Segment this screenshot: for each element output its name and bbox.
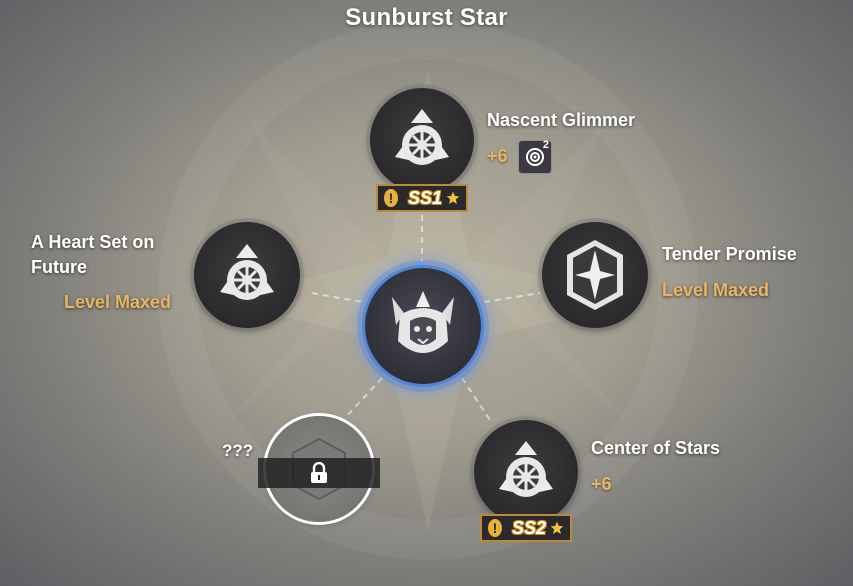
lock-bar <box>258 458 380 488</box>
node-tender-promise[interactable] <box>542 222 648 328</box>
tender-promise-status: Level Maxed <box>662 280 770 300</box>
crystal-star-icon <box>567 240 623 310</box>
nascent-glimmer-label: Nascent Glimmer <box>487 110 636 130</box>
nascent-ss-badge[interactable]: ! SS1 <box>376 184 468 212</box>
star-icon <box>446 191 460 205</box>
gear-emblem-icon <box>395 109 449 165</box>
lock-icon <box>311 462 327 483</box>
tender-promise-label: Tender Promise <box>662 244 797 264</box>
ss-rank-label: SS1 <box>407 187 443 208</box>
alert-icon: ! <box>488 519 502 537</box>
gear-emblem-icon <box>220 244 274 300</box>
nascent-glimmer-bonus: +6 <box>487 146 508 166</box>
locked-node-label: ??? <box>222 441 254 460</box>
ss-rank-label: SS2 <box>511 517 547 538</box>
node-nascent-glimmer[interactable] <box>370 88 474 192</box>
item-swirl-box[interactable]: 2 <box>518 139 552 174</box>
node-center[interactable] <box>365 268 481 384</box>
alert-icon: ! <box>384 189 398 207</box>
heart-label-line2: Future <box>31 257 87 277</box>
page-title: Sunburst Star <box>345 4 508 31</box>
node-locked[interactable] <box>258 416 380 522</box>
node-heart-set-on-future[interactable] <box>194 222 300 328</box>
center-of-stars-ss-badge[interactable]: ! SS2 <box>480 514 572 542</box>
heart-status: Level Maxed <box>64 292 172 312</box>
item-count: 2 <box>542 139 549 151</box>
heart-label-line1: A Heart Set on <box>31 232 155 252</box>
node-center-of-stars[interactable] <box>474 420 578 524</box>
gear-emblem-icon <box>499 441 553 497</box>
star-icon <box>550 521 564 535</box>
center-of-stars-bonus: +6 <box>591 474 612 494</box>
center-of-stars-label: Center of Stars <box>591 438 721 458</box>
lion-crest-icon <box>392 291 454 353</box>
